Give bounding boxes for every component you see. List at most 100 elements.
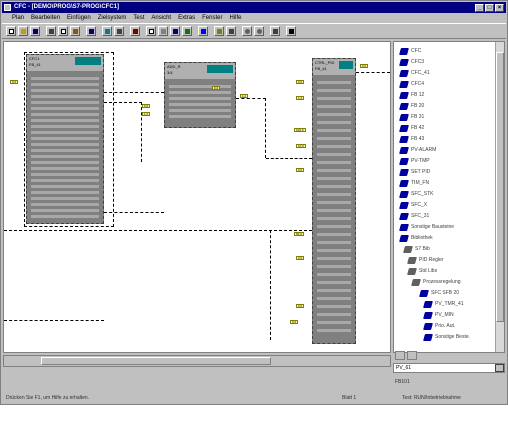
input-pin[interactable]: 0.0 [142, 104, 151, 108]
cut-icon[interactable] [46, 26, 56, 36]
tree-item[interactable]: FB 43 [399, 134, 424, 144]
tree-item[interactable]: PV-ALARM [399, 145, 436, 155]
catalog-toggle-button[interactable] [395, 351, 405, 360]
compile-icon[interactable] [102, 26, 112, 36]
output-pin[interactable]: 0.0 [212, 86, 221, 90]
test-icon[interactable] [182, 26, 192, 36]
stop-icon[interactable] [198, 26, 208, 36]
menu-hilfe[interactable]: Hilfe [229, 13, 241, 23]
function-block[interactable]: CTRL_PID FB_41 [312, 58, 356, 344]
block-icon [399, 201, 409, 209]
menu-ansicht[interactable]: Ansicht [151, 13, 171, 23]
tree-item[interactable]: Bibliothek [399, 233, 433, 243]
tree-item[interactable]: TIM_FN [399, 178, 429, 188]
connection-wire[interactable] [270, 230, 271, 340]
new-icon[interactable] [6, 26, 16, 36]
input-pin[interactable]: 0.0 [10, 80, 19, 84]
close-button[interactable]: × [495, 4, 504, 12]
chart-icon[interactable] [130, 26, 140, 36]
tree-item[interactable]: SFC_31 [399, 211, 429, 221]
input-pin[interactable]: 0.0 [296, 304, 305, 308]
tree-folder[interactable]: PID Regler [407, 255, 443, 265]
tree-item[interactable]: SFC_STK [399, 189, 434, 199]
download-icon[interactable] [114, 26, 124, 36]
connection-wire[interactable] [104, 102, 142, 162]
catalog-icon[interactable] [170, 26, 180, 36]
search-input[interactable]: PV_61 [393, 363, 505, 373]
maximize-button[interactable]: □ [485, 4, 494, 12]
tree-item[interactable]: PV_TMR_41 [423, 299, 464, 309]
zoom-out-icon[interactable] [254, 26, 264, 36]
input-pin[interactable]: 2.0 [296, 256, 305, 260]
menu-test[interactable]: Test [133, 13, 144, 23]
tree-item[interactable]: CFC3 [399, 57, 424, 67]
tree-item[interactable]: FB 20 [399, 101, 424, 111]
input-pin[interactable]: 0.0 [296, 168, 305, 172]
menu-extras[interactable]: Extras [178, 13, 195, 23]
copy-icon[interactable] [58, 26, 68, 36]
menu-bearbeiten[interactable]: Bearbeiten [31, 13, 60, 23]
tree-item[interactable]: Sonstige Beste. [423, 332, 470, 342]
input-pin[interactable]: 1.0 [296, 96, 305, 100]
print-icon[interactable] [270, 26, 280, 36]
input-pin[interactable]: 0.0 [296, 80, 305, 84]
input-pin[interactable]: 50.0 [294, 232, 304, 236]
menu-zielsystem[interactable]: Zielsystem [98, 13, 127, 23]
scroll-thumb[interactable] [496, 52, 504, 322]
connection-wire[interactable] [104, 92, 164, 93]
grid-icon[interactable] [214, 26, 224, 36]
connection-wire[interactable] [356, 72, 390, 73]
tree-folder[interactable]: S7 Bib [403, 244, 430, 254]
save-icon[interactable] [30, 26, 40, 36]
search-button[interactable] [495, 364, 504, 372]
connection-wire[interactable] [266, 158, 312, 159]
output-pin[interactable]: 0.0 [360, 64, 369, 68]
tree-item[interactable]: PV_MIN [423, 310, 454, 320]
tree-item[interactable]: SFC SFB 20 [419, 288, 459, 298]
horizontal-scrollbar[interactable] [41, 357, 271, 365]
block-catalog-tree[interactable]: CFC CFC3 CFC_41 CFC4 FB 12 FB 20 FB 31 F… [393, 41, 505, 353]
tree-item[interactable]: Sonstige Bausteine [399, 222, 454, 232]
vertical-scrollbar[interactable] [495, 42, 504, 352]
tree-item[interactable]: SFC_X [399, 200, 427, 210]
connection-wire[interactable] [104, 212, 164, 213]
tree-item[interactable]: CFC_41 [399, 68, 430, 78]
minimize-button[interactable]: _ [475, 4, 484, 12]
connection-wire[interactable] [4, 320, 104, 321]
tree-item[interactable]: PV-TMP [399, 156, 430, 166]
tree-folder[interactable]: Std Libs [407, 266, 437, 276]
block-type-badge [207, 65, 233, 73]
tree-item[interactable]: FB 42 [399, 123, 424, 133]
tree-item-selected[interactable]: Prio. Aut. [423, 321, 455, 331]
open-icon[interactable] [18, 26, 28, 36]
function-block[interactable]: CFC1 FB_41 [26, 54, 104, 224]
menu-einfuegen[interactable]: Einfügen [67, 13, 91, 23]
overview-icon[interactable] [158, 26, 168, 36]
input-pin[interactable]: 0.0 [290, 320, 299, 324]
input-pin[interactable]: 100.0 [294, 128, 306, 132]
block-icon [423, 333, 433, 341]
tree-item[interactable]: FB 12 [399, 90, 424, 100]
help-icon[interactable] [286, 26, 296, 36]
menu-plan[interactable]: Plan [12, 13, 24, 23]
connection-wire[interactable] [236, 98, 266, 158]
tree-folder[interactable]: Prozessregelung [411, 277, 461, 287]
tree-item[interactable]: SET PID [399, 167, 430, 177]
input-pin[interactable]: 1.0 [142, 112, 151, 116]
zoom-in-icon[interactable] [242, 26, 252, 36]
connection-wire[interactable] [4, 230, 312, 231]
tree-item[interactable]: FB 31 [399, 112, 424, 122]
layout-icon[interactable] [226, 26, 236, 36]
paste-icon[interactable] [70, 26, 80, 36]
input-pin[interactable]: 10.0 [296, 144, 306, 148]
tree-item[interactable]: CFC4 [399, 79, 424, 89]
function-block[interactable]: ADD_R 3/4 [164, 62, 236, 128]
undo-icon[interactable] [86, 26, 96, 36]
menu-fenster[interactable]: Fenster [202, 13, 222, 23]
cfc-canvas[interactable]: CFC1 FB_41 0.0 ADD_R 3/4 0.0 1.0 1.0 0.0… [3, 41, 391, 353]
window-title: CFC - [DEMO\PROG\S7-PROG\CFC1] [14, 4, 120, 10]
library-toggle-button[interactable] [407, 351, 417, 360]
block-header: CTRL_PID FB_41 [313, 59, 355, 75]
tree-item[interactable]: CFC [399, 46, 421, 56]
sheet-icon[interactable] [146, 26, 156, 36]
